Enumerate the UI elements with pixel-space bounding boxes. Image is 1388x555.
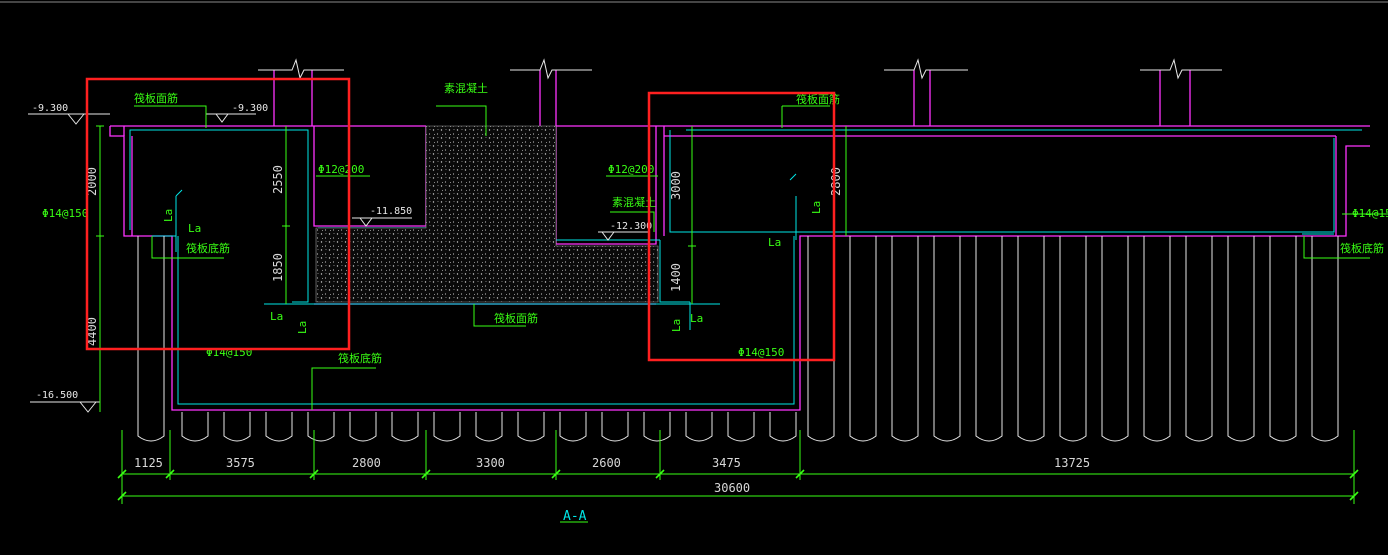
pile xyxy=(433,412,461,442)
pile xyxy=(307,412,335,442)
pile xyxy=(727,412,755,442)
dim-1125: 1125 xyxy=(134,456,163,470)
dim-v-1400: 1400 xyxy=(669,263,683,292)
label-wall-left-1: Φ12@200 xyxy=(318,163,364,176)
cad-section-drawing: -9.300 -9.300 -11.850 -12.300 -16.500 11… xyxy=(0,1,1388,524)
label-raft-top-left: 筏板面筋 xyxy=(134,91,178,105)
dim-v-2550: 2550 xyxy=(271,165,285,194)
la-label-5: La xyxy=(810,201,823,214)
pile xyxy=(601,412,629,442)
dim-3300: 3300 xyxy=(476,456,505,470)
pile xyxy=(975,236,1003,442)
level-label-pit-right: -12.300 xyxy=(610,221,652,232)
pile xyxy=(1185,236,1213,442)
level-label-left-top-inner: -9.300 xyxy=(232,103,268,114)
section-title: A-A xyxy=(563,509,587,524)
label-wall-left-2: Φ14@150 xyxy=(42,207,88,220)
pile xyxy=(1017,236,1045,442)
dim-3575: 3575 xyxy=(226,456,255,470)
la-label-4: La xyxy=(296,321,309,334)
pile xyxy=(643,412,671,442)
pile xyxy=(1311,236,1339,442)
label-wall-far-right: Φ14@15 xyxy=(1352,207,1388,220)
la-label-8: La xyxy=(690,312,703,325)
pile xyxy=(933,236,961,442)
pile xyxy=(1059,236,1087,442)
label-plain-concrete-top: 素混凝土 xyxy=(444,81,488,95)
level-label-left-top: -9.300 xyxy=(32,103,68,114)
pile xyxy=(1143,236,1171,442)
pile xyxy=(349,412,377,442)
dim-v-1850: 1850 xyxy=(271,253,285,282)
pile xyxy=(475,412,503,442)
column-break-lines xyxy=(258,58,1222,80)
label-wall-right-1: Φ12@200 xyxy=(608,163,654,176)
rebar-lines xyxy=(129,129,1362,405)
plain-concrete-fill xyxy=(315,125,659,303)
dim-2600: 2600 xyxy=(592,456,621,470)
pile xyxy=(1269,236,1297,442)
la-label-2: La xyxy=(188,222,201,235)
level-label-pit-step: -11.850 xyxy=(370,206,412,217)
label-raft-bottom-right: 筏板底筋 xyxy=(1340,241,1384,255)
pile xyxy=(1227,236,1255,442)
la-label-6: La xyxy=(768,236,781,249)
pile xyxy=(891,236,919,442)
pile xyxy=(517,412,545,442)
pile xyxy=(391,412,419,442)
dim-v-2800: 2800 xyxy=(829,167,843,196)
dim-v-3000: 3000 xyxy=(669,171,683,200)
dim-total: 30600 xyxy=(714,481,750,495)
pile xyxy=(849,236,877,442)
la-label-1: La xyxy=(162,209,175,222)
pile xyxy=(559,412,587,442)
la-label-7: La xyxy=(670,319,683,332)
pile xyxy=(265,412,293,442)
dim-13725: 13725 xyxy=(1054,456,1090,470)
label-raft-bottom-left: 筏板底筋 xyxy=(186,241,230,255)
highlight-box-left xyxy=(85,77,351,351)
pile xyxy=(1101,236,1129,442)
pile xyxy=(807,236,835,442)
horizontal-dimension-lines xyxy=(121,430,1355,523)
level-label-bottom: -16.500 xyxy=(36,390,78,401)
pile xyxy=(181,412,209,442)
pile xyxy=(223,412,251,442)
label-raft-bottom-mid: 筏板底筋 xyxy=(338,351,382,365)
pile xyxy=(769,412,797,442)
label-raft-top-mid: 筏板面筋 xyxy=(494,311,538,325)
pile xyxy=(137,236,165,442)
la-label-3: La xyxy=(270,310,283,323)
dim-2800: 2800 xyxy=(352,456,381,470)
dim-3475: 3475 xyxy=(712,456,741,470)
label-wall-right-2: Φ14@150 xyxy=(738,346,784,359)
pile xyxy=(685,412,713,442)
